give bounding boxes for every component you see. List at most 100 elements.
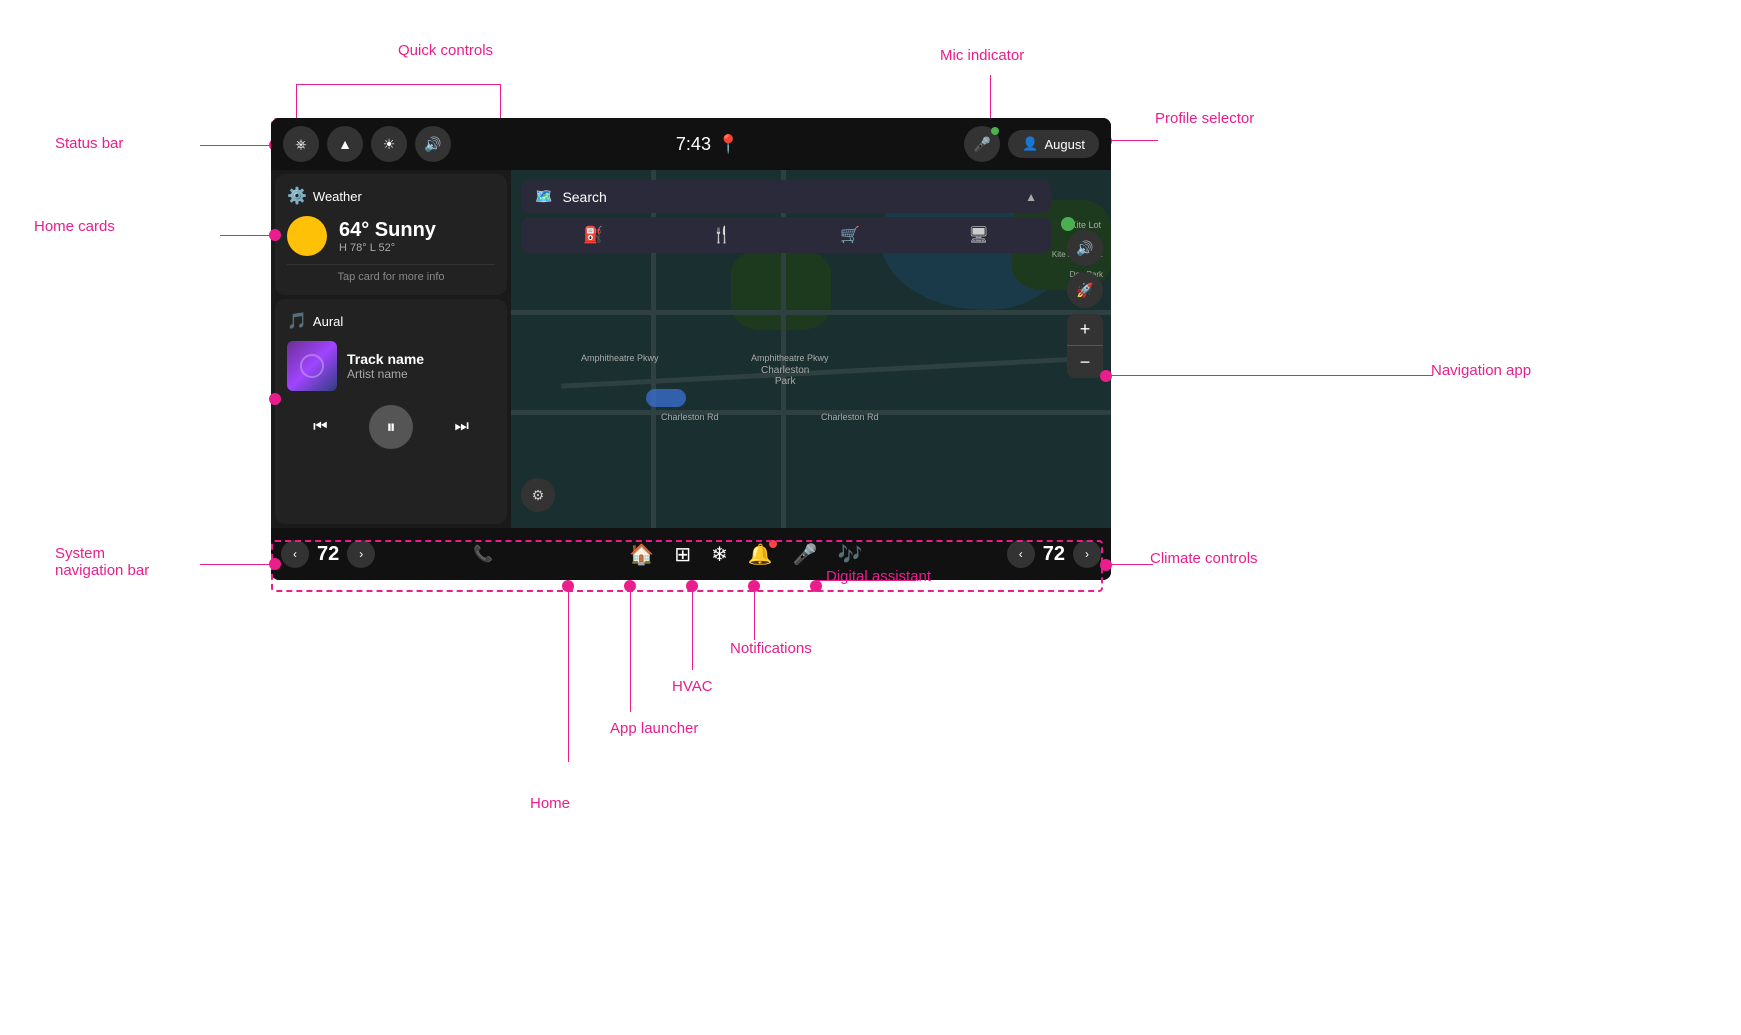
annotation-home: Home bbox=[530, 795, 570, 812]
weather-range: H 78° L 52° bbox=[339, 242, 436, 254]
restaurant-icon[interactable]: 🍴 bbox=[712, 225, 732, 245]
status-bar-right: 🎤 👤 August bbox=[964, 126, 1099, 162]
weather-card[interactable]: ⚙️ Weather 64° Sunny H 78° L 52° Tap car… bbox=[275, 174, 507, 295]
home-cards-line bbox=[220, 235, 272, 236]
hvac-dot bbox=[686, 580, 698, 592]
music-controls: ⏮ ⏸ ⏭ bbox=[287, 405, 495, 449]
weather-card-header: ⚙️ Weather bbox=[287, 186, 495, 206]
parking-icon[interactable]: 🖥 bbox=[968, 225, 988, 245]
sys-nav-dot bbox=[269, 558, 281, 570]
status-bar-line bbox=[200, 145, 273, 146]
signal-icon[interactable]: ▲ bbox=[327, 126, 363, 162]
zoom-in-button[interactable]: + bbox=[1067, 314, 1103, 346]
zoom-control: + − bbox=[1067, 314, 1103, 378]
brightness-icon[interactable]: ☀ bbox=[371, 126, 407, 162]
annotation-hvac: HVAC bbox=[672, 678, 713, 695]
home-cards-dot bbox=[269, 229, 281, 241]
artist-name: Artist name bbox=[347, 367, 424, 381]
track-name: Track name bbox=[347, 351, 424, 367]
maps-icon: 🗺️ bbox=[535, 188, 552, 205]
mic-button[interactable]: 🎤 bbox=[964, 126, 1000, 162]
music-card[interactable]: 🎵 Aural Track name Artist name ⏮ ⏸ ⏭ bbox=[275, 299, 507, 524]
map-settings-button[interactable]: ⚙ bbox=[521, 478, 555, 512]
album-art bbox=[287, 341, 337, 391]
road-label-amphitheatre-1: Amphitheatre Pkwy bbox=[581, 353, 659, 363]
annotation-system-nav-bar: System navigation bar bbox=[55, 545, 149, 579]
notifications-vert-line bbox=[754, 592, 755, 640]
volume-map-button[interactable]: 🔊 bbox=[1067, 230, 1103, 266]
quick-controls-line-top bbox=[296, 84, 500, 85]
map-green-marker-1 bbox=[1061, 217, 1075, 231]
weather-card-footer: Tap card for more info bbox=[287, 264, 495, 283]
road-charleston bbox=[511, 410, 1111, 415]
road-label-amphitheatre-2: Amphitheatre Pkwy bbox=[751, 353, 829, 363]
prev-track-button[interactable]: ⏮ bbox=[302, 409, 338, 445]
location-marker bbox=[646, 389, 686, 407]
annotation-profile-selector: Profile selector bbox=[1155, 110, 1254, 127]
clock-display: 7:43 bbox=[676, 134, 711, 155]
map-controls: 🔊 🚀 + − bbox=[1067, 230, 1103, 378]
hvac-vert-line bbox=[692, 592, 693, 670]
weather-temperature: 64° Sunny bbox=[339, 219, 436, 242]
navigate-button[interactable]: 🚀 bbox=[1067, 272, 1103, 308]
music-app-icon: 🎵 bbox=[287, 311, 307, 331]
map-area: Amphitheatre Pkwy Amphitheatre Pkwy Char… bbox=[511, 170, 1111, 528]
annotation-navigation-app: Navigation app bbox=[1431, 362, 1531, 379]
left-panel: ⚙️ Weather 64° Sunny H 78° L 52° Tap car… bbox=[271, 170, 511, 528]
diagram-container: ⎈ ▲ ☀ 🔊 7:43 📍 🎤 👤 August bbox=[0, 0, 1741, 1035]
mic-active-dot bbox=[991, 127, 999, 135]
map-label-kite-lot: Kite Lot bbox=[1070, 220, 1101, 230]
annotation-quick-controls: Quick controls bbox=[398, 42, 493, 59]
music-app-name: Aural bbox=[313, 314, 343, 329]
annotation-status-bar: Status bar bbox=[55, 135, 123, 152]
gas-station-icon[interactable]: ⛽ bbox=[583, 225, 603, 245]
nav-app-dot bbox=[1100, 370, 1112, 382]
search-categories: ⛽ 🍴 🛒 🖥 bbox=[521, 217, 1051, 253]
annotation-digital-assistant: Digital assistant bbox=[826, 568, 931, 585]
annotation-app-launcher: App launcher bbox=[610, 720, 698, 737]
annotation-mic-indicator: Mic indicator bbox=[940, 47, 1024, 64]
annotation-home-cards: Home cards bbox=[34, 218, 115, 235]
shopping-icon[interactable]: 🛒 bbox=[840, 225, 860, 245]
nav-app-line bbox=[1103, 375, 1433, 376]
home-dot bbox=[562, 580, 574, 592]
bluetooth-icon[interactable]: ⎈ bbox=[283, 126, 319, 162]
profile-name: August bbox=[1045, 137, 1085, 152]
car-screen: ⎈ ▲ ☀ 🔊 7:43 📍 🎤 👤 August bbox=[271, 118, 1111, 580]
next-track-button[interactable]: ⏭ bbox=[444, 409, 480, 445]
music-card-dot bbox=[269, 393, 281, 405]
road-label-charleston-1: Charleston Rd bbox=[661, 412, 719, 422]
weather-sun-icon bbox=[287, 216, 327, 256]
notifications-dot bbox=[748, 580, 760, 592]
volume-icon[interactable]: 🔊 bbox=[415, 126, 451, 162]
location-icon: 📍 bbox=[717, 134, 739, 155]
home-vert-line bbox=[568, 592, 569, 762]
pause-button[interactable]: ⏸ bbox=[369, 405, 413, 449]
sys-nav-line bbox=[200, 564, 273, 565]
status-bar: ⎈ ▲ ☀ 🔊 7:43 📍 🎤 👤 August bbox=[271, 118, 1111, 170]
app-launcher-dot bbox=[624, 580, 636, 592]
digital-assistant-dot bbox=[810, 580, 822, 592]
weather-main: 64° Sunny H 78° L 52° bbox=[287, 216, 495, 256]
search-input-row[interactable]: 🗺️ Search ▲ bbox=[521, 180, 1051, 213]
weather-title: Weather bbox=[313, 189, 362, 204]
weather-info: 64° Sunny H 78° L 52° bbox=[339, 219, 436, 254]
status-bar-center: 7:43 📍 bbox=[676, 134, 739, 155]
profile-selector-button[interactable]: 👤 August bbox=[1008, 130, 1099, 158]
search-text: Search bbox=[562, 189, 1015, 205]
search-chevron-icon: ▲ bbox=[1025, 190, 1037, 204]
track-text: Track name Artist name bbox=[347, 351, 424, 381]
zoom-out-button[interactable]: − bbox=[1067, 346, 1103, 378]
track-info: Track name Artist name bbox=[287, 341, 495, 391]
road-h1 bbox=[511, 310, 1111, 315]
weather-icon: ⚙️ bbox=[287, 186, 307, 206]
music-card-header: 🎵 Aural bbox=[287, 311, 495, 331]
map-label-charleston-park: CharlestonPark bbox=[761, 365, 809, 387]
status-bar-left: ⎈ ▲ ☀ 🔊 bbox=[283, 126, 451, 162]
annotation-notifications: Notifications bbox=[730, 640, 812, 657]
search-bar[interactable]: 🗺️ Search ▲ ⛽ 🍴 🛒 🖥 bbox=[521, 180, 1051, 253]
annotation-climate-controls: Climate controls bbox=[1150, 550, 1258, 567]
app-launcher-vert-line bbox=[630, 592, 631, 712]
road-label-charleston-2: Charleston Rd bbox=[821, 412, 879, 422]
climate-dot bbox=[1100, 559, 1112, 571]
